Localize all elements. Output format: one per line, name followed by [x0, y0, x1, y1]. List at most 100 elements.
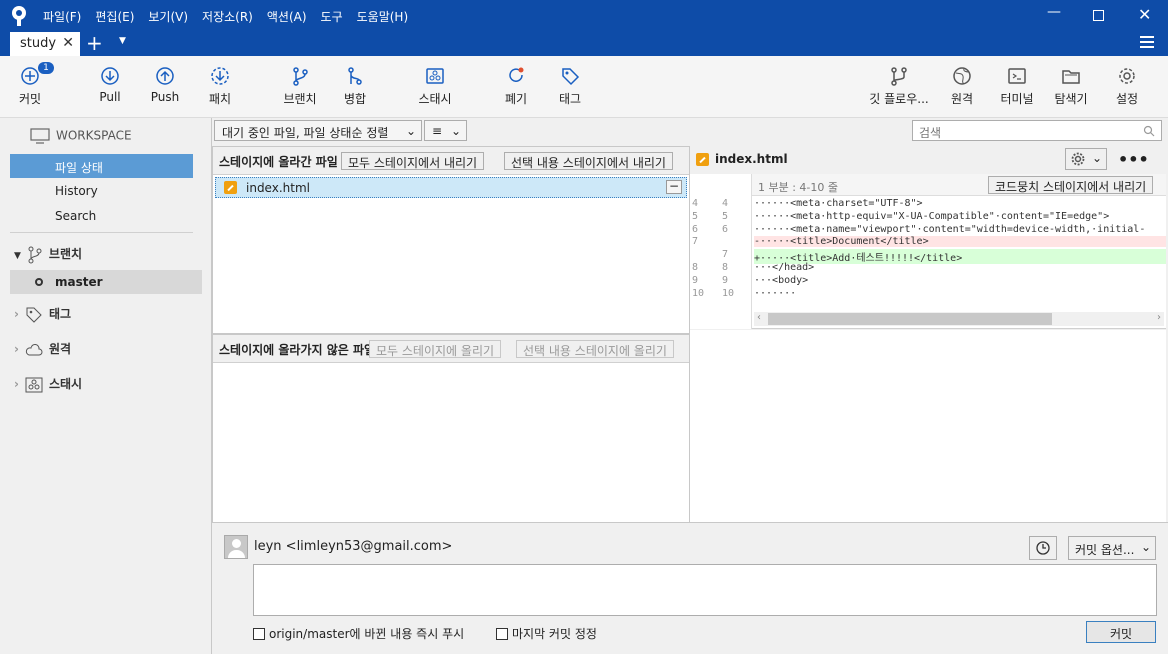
commit-label: 커밋 [18, 92, 42, 106]
stage-selected-button[interactable]: 선택 내용 스테이지에 올리기 [516, 340, 674, 358]
old-line-number: 10 [692, 287, 705, 299]
chevron-down-icon[interactable]: ▼ [119, 36, 126, 46]
branch-master[interactable]: master [10, 270, 202, 294]
menu-repository[interactable]: 저장소(R) [202, 8, 253, 25]
push-arrow-up-icon [156, 67, 174, 85]
terminal-button[interactable]: 터미널 [996, 56, 1038, 116]
chevron-right-icon: › [14, 307, 19, 321]
close-tab-icon[interactable]: ✕ [62, 35, 74, 51]
push-immediately-checkbox[interactable]: origin/master에 바뀐 내용 즉시 푸시 [253, 625, 464, 642]
sort-dropdown[interactable]: 대기 중인 파일, 파일 상태순 정렬 ⌄ [214, 120, 422, 141]
unstage-all-button[interactable]: 모두 스테이지에서 내리기 [341, 152, 485, 170]
push-label: Push [150, 90, 180, 104]
scroll-right-icon[interactable]: › [1157, 312, 1161, 323]
current-branch-icon [35, 278, 43, 286]
menu-actions[interactable]: 액션(A) [267, 8, 307, 25]
checkbox-icon [253, 628, 265, 640]
explorer-label: 탐색기 [1054, 92, 1088, 106]
line-code: ···</head> [754, 262, 815, 273]
commit-submit-button[interactable]: 커밋 [1086, 621, 1156, 643]
diff-line: 8 8 ···</head> [690, 262, 1166, 275]
menu-help[interactable]: 도움말(H) [357, 8, 409, 25]
unstage-file-icon[interactable]: − [666, 180, 682, 194]
old-line-number: 7 [692, 236, 699, 248]
chevron-right-icon: › [14, 342, 19, 356]
more-options-icon[interactable]: ••• [1118, 150, 1149, 169]
sidebar-item-search[interactable]: Search [10, 204, 193, 228]
unstaged-title: 스테이지에 올라가지 않은 파일 [219, 343, 376, 357]
sidebar-section-branches[interactable]: ▼ 브랜치 [14, 245, 82, 264]
merge-label: 병합 [343, 92, 367, 106]
sidebar-item-file-status[interactable]: 파일 상태 [10, 154, 193, 178]
staged-file-row[interactable]: index.html − [215, 177, 687, 198]
commit-message-input[interactable] [253, 564, 1157, 616]
filter-bar: 대기 중인 파일, 파일 상태순 정렬 ⌄ ≡ ⌄ 검색 [212, 118, 1168, 146]
workspace-label: WORKSPACE [56, 128, 132, 143]
menu-tools[interactable]: 도구 [321, 8, 343, 25]
old-line-number: 4 [692, 198, 699, 209]
unstage-selected-button[interactable]: 선택 내용 스테이지에서 내리기 [504, 152, 673, 170]
search-input[interactable]: 검색 [912, 120, 1162, 141]
old-line-number: 5 [692, 210, 699, 222]
pull-button[interactable]: Pull [92, 56, 128, 116]
scroll-left-icon[interactable]: ‹ [757, 312, 761, 323]
push-button[interactable]: Push [147, 56, 183, 116]
amend-checkbox[interactable]: 마지막 커밋 정정 [496, 625, 597, 642]
diff-settings-button[interactable]: ⌄ [1065, 148, 1107, 170]
commit-plus-icon [21, 67, 39, 85]
fetch-button[interactable]: 패치 [202, 56, 238, 116]
merge-button[interactable]: 병합 [337, 56, 373, 116]
commit-author: leyn <limleyn53@gmail.com> [254, 539, 453, 554]
hamburger-menu-icon[interactable] [1140, 36, 1154, 48]
sidebar-item-history[interactable]: History [10, 179, 193, 203]
settings-button[interactable]: 설정 [1110, 56, 1144, 116]
unstage-hunk-button[interactable]: 코드뭉치 스테이지에서 내리기 [988, 176, 1154, 194]
menu-file[interactable]: 파일(F) [43, 8, 81, 25]
branch-label: 브랜치 [283, 92, 317, 106]
maximize-icon[interactable] [1093, 10, 1104, 21]
discard-button[interactable]: 폐기 [498, 56, 534, 116]
remote-button[interactable]: 원격 [944, 56, 980, 116]
diff-line: 10 10 ······· [690, 288, 1166, 301]
stash-button[interactable]: 스태시 [412, 56, 458, 116]
gitflow-icon [891, 67, 907, 86]
menu-edit[interactable]: 편집(E) [95, 8, 134, 25]
diff-line: 9 9 ···<body> [690, 275, 1166, 288]
diff-line: 5 5 ······<meta·http-equiv="X-UA-Compatibl… [690, 211, 1166, 224]
scrollbar-thumb[interactable] [768, 313, 1052, 325]
stash-label: 스태시 [418, 92, 452, 106]
hunk-header: 1 부분 : 4-10 줄 코드뭉치 스테이지에서 내리기 [752, 174, 1166, 196]
sidebar-section-remotes[interactable]: › 원격 [14, 340, 71, 357]
view-mode-dropdown[interactable]: ≡ ⌄ [424, 120, 467, 141]
commit-options-label: 커밋 옵션... [1075, 543, 1135, 557]
gitflow-button[interactable]: 깃 플로우... [866, 56, 932, 116]
new-tab-icon[interactable]: + [86, 31, 103, 55]
horizontal-scrollbar[interactable]: ‹ › [754, 312, 1164, 326]
commit-options-dropdown[interactable]: 커밋 옵션... ⌄ [1068, 536, 1156, 560]
branches-label: 브랜치 [48, 247, 83, 261]
minimize-icon[interactable]: — [1047, 4, 1061, 20]
search-placeholder: 검색 [919, 126, 942, 140]
discard-icon [509, 67, 524, 82]
explorer-button[interactable]: 탐색기 [1050, 56, 1092, 116]
tab-study[interactable]: study ✕ [10, 32, 80, 56]
menu-view[interactable]: 보기(V) [148, 8, 188, 25]
stash-icon [25, 377, 43, 392]
chevron-down-icon: ⌄ [1091, 151, 1102, 165]
old-line-number: 9 [692, 274, 699, 286]
settings-label: 설정 [1115, 92, 1139, 106]
close-icon[interactable]: ✕ [1138, 5, 1151, 24]
tag-button[interactable]: 태그 [552, 56, 588, 116]
unstaged-files-pane: 스테이지에 올라가지 않은 파일 모두 스테이지에 올리기 선택 내용 스테이지… [212, 334, 690, 524]
history-button[interactable] [1029, 536, 1057, 560]
commit-panel: leyn <limleyn53@gmail.com> 커밋 옵션... ⌄ or… [212, 522, 1168, 654]
tag-icon [562, 68, 580, 86]
sort-label: 대기 중인 파일, 파일 상태순 정렬 [222, 126, 389, 140]
sidebar-section-stashes[interactable]: › 스태시 [14, 375, 82, 393]
diff-file-name: index.html [715, 152, 788, 166]
diff-line: 6 6 ······<meta·name="viewport"·content="w… [690, 224, 1166, 237]
stage-all-button[interactable]: 모두 스테이지에 올리기 [369, 340, 502, 358]
search-icon [1143, 125, 1155, 137]
sidebar-section-tags[interactable]: › 태그 [14, 305, 71, 324]
branch-button[interactable]: 브랜치 [280, 56, 320, 116]
